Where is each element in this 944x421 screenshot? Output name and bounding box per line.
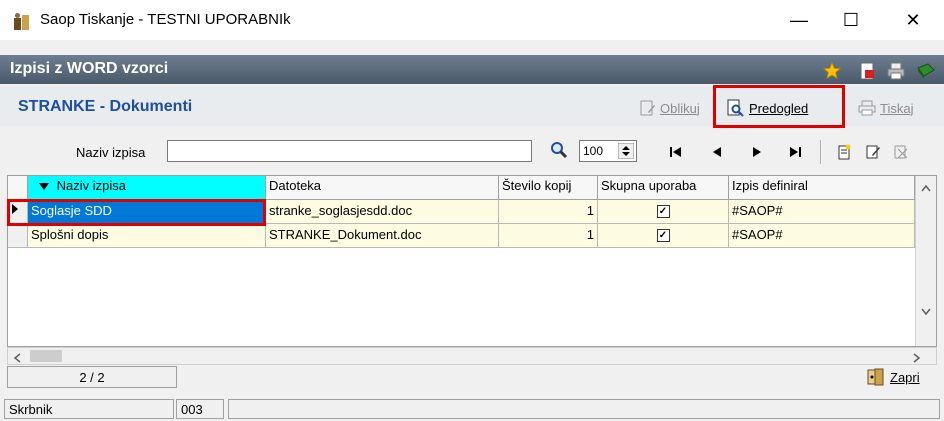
zoom-value: 100 <box>583 144 604 158</box>
scroll-down-icon[interactable] <box>921 304 931 319</box>
scroll-left-icon[interactable] <box>13 351 21 366</box>
table-cell-datoteka[interactable]: STRANKE_Dokument.doc <box>266 224 499 248</box>
printer-icon[interactable] <box>886 61 906 81</box>
zoom-input[interactable]: 100 <box>579 140 637 162</box>
print-icon <box>858 100 876 116</box>
table-cell-skupna[interactable]: ✓ <box>598 200 729 224</box>
close-window-button[interactable]: ✕ <box>890 4 936 36</box>
new-document-icon <box>836 144 852 163</box>
delete-icon <box>893 144 909 163</box>
delete-record-button[interactable] <box>890 142 912 164</box>
predogled-button[interactable]: Predogled <box>727 97 808 119</box>
zapri-label: Zapri <box>890 369 920 385</box>
zapri-button[interactable]: Zapri <box>866 367 920 387</box>
column-header-stevilo-kopij[interactable]: Število kopij <box>499 176 598 200</box>
column-header-skupna-uporaba[interactable]: Skupna uporaba <box>598 176 729 200</box>
first-icon <box>669 145 683 162</box>
title-bar: Saop Tiskanje - TESTNI UPORABNIk — ☐ ✕ <box>0 0 944 40</box>
column-header-izpis-definiral[interactable]: Izpis definiral <box>729 176 915 200</box>
column-header-label: Naziv izpisa <box>56 178 126 193</box>
row-indicator[interactable] <box>8 224 28 248</box>
export-icon[interactable] <box>858 61 878 81</box>
table-cell-naziv[interactable]: Soglasje SDD <box>28 200 266 224</box>
last-icon <box>788 145 802 162</box>
next-record-button[interactable] <box>746 142 768 164</box>
table-cell-definiral[interactable]: #SAOP# <box>729 200 915 224</box>
scroll-right-icon[interactable] <box>913 351 921 366</box>
window-title: Saop Tiskanje - TESTNI UPORABNIk <box>40 11 291 28</box>
edit-icon <box>865 144 881 163</box>
new-record-button[interactable] <box>833 142 855 164</box>
last-record-button[interactable] <box>784 142 806 164</box>
table-cell-kopij[interactable]: 1 <box>499 224 598 248</box>
row-indicator[interactable] <box>8 200 28 224</box>
current-row-icon <box>11 203 19 218</box>
sort-desc-icon <box>39 179 49 194</box>
minimize-button[interactable]: — <box>776 4 822 36</box>
maximize-button[interactable]: ☐ <box>828 4 874 36</box>
skupna-checkbox[interactable]: ✓ <box>656 229 670 242</box>
scroll-thumb[interactable] <box>30 350 62 362</box>
status-code: 003 <box>176 399 224 419</box>
filter-label: Naziv izpisa <box>76 145 146 160</box>
previous-record-button[interactable] <box>706 142 728 164</box>
star-icon[interactable] <box>822 61 842 81</box>
zoom-stepper-icon[interactable] <box>618 143 634 159</box>
table-cell-datoteka[interactable]: stranke_soglasjesdd.doc <box>266 200 499 224</box>
section-title: Izpisi z WORD vzorci <box>10 60 169 77</box>
table-cell-definiral[interactable]: #SAOP# <box>729 224 915 248</box>
vertical-scrollbar[interactable] <box>915 176 936 346</box>
next-icon <box>750 145 764 162</box>
status-message <box>228 399 940 419</box>
skupna-checkbox[interactable]: ✓ <box>656 205 670 218</box>
record-counter: 2 / 2 <box>7 366 177 388</box>
book-icon[interactable] <box>916 61 936 81</box>
table-cell-naziv[interactable]: Splošni dopis <box>28 224 266 248</box>
horizontal-scrollbar[interactable] <box>7 347 937 365</box>
scroll-up-icon[interactable] <box>921 180 931 195</box>
toolbar-separator <box>820 140 821 164</box>
tiskaj-label: Tiskaj <box>880 100 914 116</box>
status-bar: Skrbnik 003 <box>0 397 944 421</box>
oblikuj-label: Oblikuj <box>660 100 700 116</box>
column-header-datoteka[interactable]: Datoteka <box>266 176 499 200</box>
tiskaj-button[interactable]: Tiskaj <box>858 97 913 119</box>
table-cell-skupna[interactable]: ✓ <box>598 224 729 248</box>
preview-icon <box>727 99 745 117</box>
exit-icon <box>866 368 886 386</box>
status-user: Skrbnik <box>4 399 174 419</box>
search-button[interactable] <box>547 140 571 162</box>
table-cell-kopij[interactable]: 1 <box>499 200 598 224</box>
data-grid[interactable]: Naziv izpisa Datoteka Število kopij Skup… <box>7 175 937 347</box>
previous-icon <box>710 145 724 162</box>
column-header-naziv[interactable]: Naziv izpisa <box>28 176 266 200</box>
search-icon <box>550 141 568 162</box>
page-title: STRANKE - Dokumenti <box>18 98 193 115</box>
first-record-button[interactable] <box>665 142 687 164</box>
edit-document-icon <box>640 100 656 116</box>
oblikuj-button[interactable]: Oblikuj <box>640 97 700 119</box>
edit-record-button[interactable] <box>862 142 884 164</box>
row-indicator-header <box>8 176 28 200</box>
app-icon <box>12 12 32 30</box>
filter-input[interactable] <box>167 140 532 162</box>
predogled-label: Predogled <box>749 100 809 116</box>
section-header: Izpisi z WORD vzorci <box>0 55 944 84</box>
